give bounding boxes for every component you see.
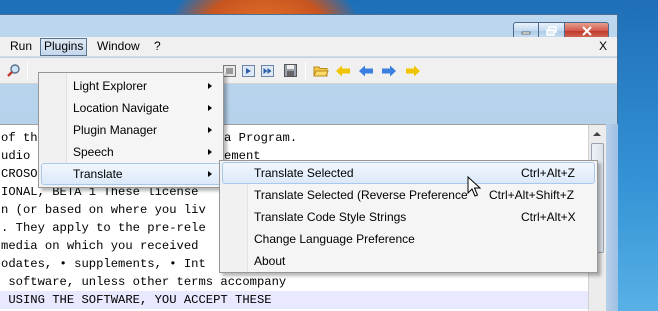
plugins-item-translate[interactable]: Translate (41, 163, 221, 185)
save-macro-icon[interactable] (283, 63, 299, 79)
restore-icon (545, 26, 557, 36)
menu-item-label: Speech (73, 145, 114, 159)
menu-item-label: Plugin Manager (73, 123, 158, 137)
translate-submenu: Translate Selected Ctrl+Alt+Z Translate … (219, 160, 598, 273)
mouse-pointer-icon (467, 175, 482, 201)
menu-item-shortcut: Ctrl+Alt+Z (521, 166, 576, 180)
submenu-arrow-icon (208, 105, 212, 111)
editor-line-current: USING THE SOFTWARE, YOU ACCEPT THESE (0, 291, 588, 309)
menu-help[interactable]: ? (151, 38, 164, 56)
submenu-arrow-icon (208, 171, 212, 177)
open-folder-icon[interactable] (313, 63, 329, 79)
macro-playback-icon[interactable] (241, 63, 257, 79)
plugins-item-location-navigate[interactable]: Location Navigate (41, 97, 221, 119)
macro-record-icon[interactable] (222, 63, 238, 79)
menu-item-label: Light Explorer (73, 79, 148, 93)
menu-item-label: Translate Selected (254, 166, 354, 180)
menu-item-label: Translate Selected (Reverse Preference (254, 188, 468, 202)
arrow-right-blue-icon[interactable] (381, 63, 397, 79)
arrow-left-yellow-icon[interactable] (335, 63, 351, 79)
menu-item-shortcut: Ctrl+Alt+X (521, 210, 576, 224)
desktop-background (618, 0, 658, 311)
translate-item-about[interactable]: About (222, 250, 595, 272)
plugins-item-plugin-manager[interactable]: Plugin Manager (41, 119, 221, 141)
menu-plugins[interactable]: Plugins (40, 38, 88, 56)
menu-window[interactable]: Window (94, 38, 143, 56)
menu-item-label: Change Language Preference (254, 232, 415, 246)
submenu-arrow-icon (208, 127, 212, 133)
menu-item-label: About (254, 254, 286, 268)
arrow-right-yellow-icon[interactable] (405, 63, 421, 79)
menu-item-shortcut: Ctrl+Alt+Shift+Z (489, 188, 575, 202)
find-icon[interactable] (6, 63, 22, 79)
menu-item-label: Location Navigate (73, 101, 170, 115)
editor-line: software, unless other terms accompany (1, 275, 287, 289)
menu-item-label: Translate Code Style Strings (254, 210, 407, 224)
toolbar-separator (27, 62, 28, 80)
menu-run[interactable]: Run (7, 38, 35, 56)
plugins-item-speech[interactable]: Speech (41, 141, 221, 163)
scroll-up-arrow-icon[interactable] (592, 129, 602, 139)
minimize-icon (521, 31, 531, 35)
submenu-arrow-icon (208, 149, 212, 155)
translate-item-change-language-preference[interactable]: Change Language Preference (222, 228, 595, 250)
menu-bar: Run Plugins Window ? X (0, 37, 617, 57)
arrow-left-blue-icon[interactable] (358, 63, 374, 79)
translate-item-translate-selected[interactable]: Translate Selected Ctrl+Alt+Z (222, 162, 595, 184)
plugins-menu: Light Explorer Location Navigate Plugin … (38, 72, 224, 188)
macro-playback-multiple-icon[interactable] (260, 63, 276, 79)
submenu-arrow-icon (208, 83, 212, 89)
plugins-item-light-explorer[interactable]: Light Explorer (41, 75, 221, 97)
document-close-button[interactable]: X (599, 38, 607, 55)
editor-line-fragment: a Program. (224, 131, 298, 145)
translate-item-translate-selected-reverse[interactable]: Translate Selected (Reverse Preference C… (222, 184, 595, 206)
window-frame-edge (606, 124, 618, 311)
menu-item-label: Translate (73, 167, 123, 181)
close-icon (581, 26, 592, 36)
translate-item-translate-code-style-strings[interactable]: Translate Code Style Strings Ctrl+Alt+X (222, 206, 595, 228)
toolbar-separator (305, 62, 306, 80)
